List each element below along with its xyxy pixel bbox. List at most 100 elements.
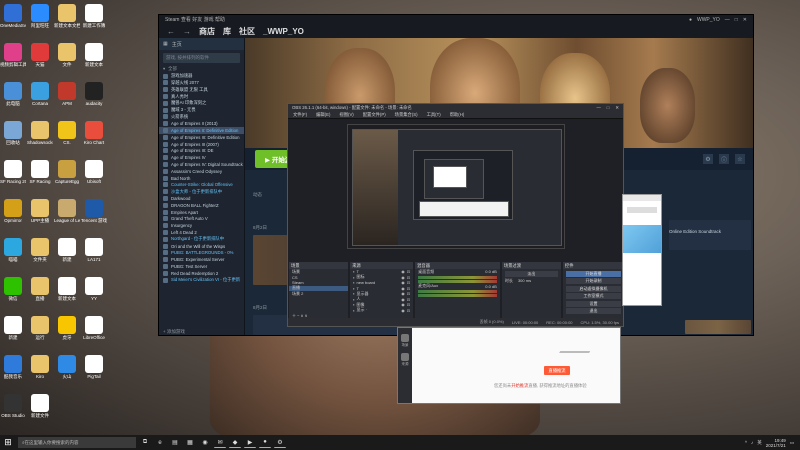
maximize-icon[interactable]: □ [735,17,738,23]
library-game-item[interactable]: Age of Empires II (2013) [159,120,244,127]
taskbar-search-input[interactable]: ⌕ 在这里输入你要搜索的内容 [18,437,136,448]
library-game-item[interactable]: PUBG: BATTLEGROUNDS - 0% [159,250,244,257]
taskbar-app-icon[interactable]: ⚙ [274,438,286,448]
taskbar-app-icon[interactable]: ▦ [184,438,196,448]
obs-preview-canvas[interactable] [347,124,565,249]
desktop-icon[interactable]: 喵喵 [0,238,26,263]
tray-expand-icon[interactable]: ^ [745,440,747,445]
desktop-icon[interactable]: CS. [54,121,80,146]
ime-indicator[interactable]: 英 [757,440,762,446]
library-game-item[interactable]: DRAGON BALL FighterZ [159,202,244,209]
star-icon[interactable]: ☆ [735,154,745,164]
steam-username-top[interactable]: WWP_YO [697,17,720,23]
control-button[interactable]: 开始直播 [565,270,621,277]
taskbar-app-icon[interactable]: ✉ [214,438,226,448]
desktop-icon[interactable]: 回收站 [0,121,26,146]
dlc-title[interactable]: Online Edition Soundtrack [669,229,721,234]
desktop-icon[interactable]: 文件夹 [27,238,53,263]
mixer-track-1-slider[interactable] [418,279,497,283]
desktop-icon[interactable]: 阿里旺旺 [27,4,53,29]
library-game-item[interactable]: Assassin's Creed Odyssey [159,168,244,175]
desktop-icon[interactable]: OneMediaSvr [0,4,26,29]
taskbar-app-icon[interactable]: ◉ [199,438,211,448]
library-game-item[interactable]: Age of Empires III (2007) [159,141,244,148]
library-game-item[interactable]: Age of Empires II: Definitive Edition [159,127,244,134]
desktop-icon[interactable]: audacity [81,82,107,107]
library-game-item[interactable]: Age of Empires III: Definitive Edition [159,134,244,141]
library-game-item[interactable]: 穿越火线 2077 [159,80,244,87]
screenshot-strip[interactable] [685,320,751,334]
desktop-icon[interactable]: 新建文本文档 [54,4,80,29]
lock-icon[interactable]: ⊡ [407,275,410,280]
taskbar-app-icon[interactable]: ▤ [169,438,181,448]
nav-library[interactable]: 库 [223,26,231,37]
desktop-icon[interactable]: 新建 [0,316,26,341]
settings-gear-icon[interactable]: ⚙ [703,154,713,164]
control-button[interactable]: 退出 [565,308,621,314]
desktop-icon[interactable]: 运行 [27,316,53,341]
eye-icon[interactable]: ◉ [401,291,405,296]
library-section-header[interactable]: ▾ 全部 [159,66,244,73]
library-game-item[interactable]: 真人秀时 [159,93,244,100]
obs-menu-item[interactable]: 视图(V) [339,112,353,118]
back-arrow-icon[interactable]: ← [167,27,175,36]
obs-menu-item[interactable]: 帮助(H) [450,112,465,118]
obs-maximize-icon[interactable]: □ [607,105,610,111]
start-stream-button[interactable]: 直播推流 [544,366,570,375]
library-game-item[interactable]: Northgard - 位于更新排队中 [159,236,244,243]
lock-icon[interactable]: ⊡ [407,297,410,302]
obs-menu-item[interactable]: 文件(F) [293,112,307,118]
library-game-item[interactable]: Age of Empires IV: Digital Soundtrack [159,161,244,168]
mixer-track-2-slider[interactable] [418,294,497,297]
desktop-icon[interactable]: 此电脑 [0,82,26,107]
control-button[interactable]: 设置 [565,300,621,307]
desktop-icon[interactable]: 天猫 [27,43,53,68]
desktop-icon[interactable]: Kiro Chart [81,121,107,146]
lock-icon[interactable]: ⊡ [407,286,410,291]
eye-icon[interactable]: ◉ [401,302,405,307]
taskbar-app-icon[interactable]: ● [259,438,271,448]
desktop-icon[interactable]: 微信 [0,277,26,302]
nav-username[interactable]: _WWP_YO [263,27,304,36]
info-icon[interactable]: ⓘ [719,154,729,164]
library-game-item[interactable]: 魔域 3 - 无畏 [159,107,244,114]
dlc-card[interactable] [669,220,751,250]
eye-icon[interactable]: ◉ [401,308,405,313]
desktop-icon[interactable]: 新建文本 [54,277,80,302]
eye-icon[interactable]: ◉ [401,275,405,280]
desktop-icon[interactable]: 新建文本 [81,43,107,68]
library-game-item[interactable]: 英雄联盟 无限 工具 [159,86,244,93]
desktop-icon[interactable]: OBS Studio [0,394,26,419]
taskbar-app-icon[interactable]: e [154,438,166,448]
desktop-icon[interactable]: 直播 [27,277,53,302]
transition-type-select[interactable]: 淡出 [504,270,558,277]
lock-icon[interactable]: ⊡ [407,308,410,313]
desktop-icon[interactable]: PigTail [81,355,107,380]
desktop-icon[interactable]: 新建 [54,238,80,263]
desktop-icon[interactable]: LA171 [81,238,107,263]
library-search-input[interactable]: 游戏, 按并排列的软件 [163,53,240,63]
desktop-icon[interactable]: Kiro [27,355,53,380]
source-item[interactable]: ▪ 显示 · ◉ ⊡ [350,307,413,314]
library-game-item[interactable]: 游戏加速器 [159,73,244,80]
steam-menu[interactable]: Steam 查看 好友 游戏 帮助 [165,16,225,23]
obs-menu-item[interactable]: 场景集合(S) [395,112,418,118]
eye-icon[interactable]: ◉ [401,286,405,291]
source-tool-icon[interactable] [401,353,409,361]
scene-item[interactable]: 场景 2 [289,291,348,297]
popup-banner-image[interactable] [623,225,661,253]
eye-icon[interactable]: ◉ [401,280,405,285]
library-game-item[interactable]: Red Dead Redemption 2 [159,270,244,277]
control-button[interactable]: 启动虚拟摄像机 [565,285,621,292]
library-game-item[interactable]: Age of Empires IV [159,154,244,161]
library-game-item[interactable]: PUBG: Test Server [159,263,244,270]
library-game-item[interactable]: 火箭系统 [159,114,244,121]
msg-link[interactable]: 开始推流 [511,383,528,388]
obs-menu-item[interactable]: 编辑(E) [316,112,330,118]
taskbar-app-icon[interactable]: ▶ [244,438,256,448]
desktop-icon[interactable]: CaptureEgg [54,160,80,185]
obs-close-icon[interactable]: ✕ [615,105,619,111]
add-game-button[interactable]: + 添加游戏 [163,329,185,335]
lock-icon[interactable]: ⊡ [407,280,410,285]
library-game-item[interactable]: Sid Meier's Civilization VI - 位于更新 [159,277,244,284]
